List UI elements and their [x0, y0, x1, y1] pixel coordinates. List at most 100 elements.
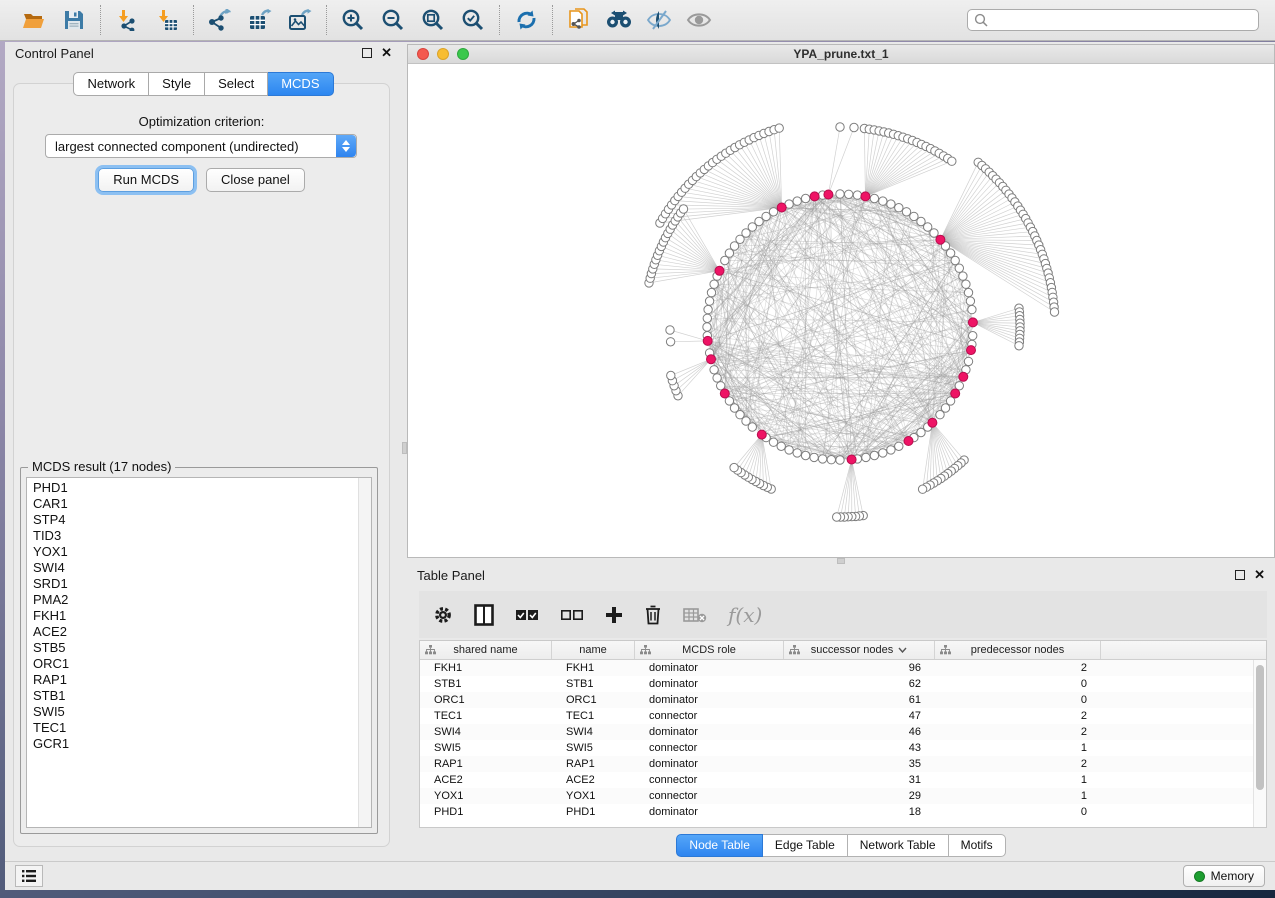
- tab-network-table[interactable]: Network Table: [848, 834, 949, 857]
- column-header-MCDS-role[interactable]: MCDS role: [635, 641, 784, 659]
- tab-style[interactable]: Style: [149, 72, 205, 96]
- memory-button[interactable]: Memory: [1183, 865, 1265, 887]
- close-panel-icon[interactable]: ✕: [381, 48, 392, 58]
- export-image-icon[interactable]: [287, 7, 313, 33]
- table-row[interactable]: SWI4SWI4dominator462: [420, 724, 1253, 740]
- mcds-result-list[interactable]: PHD1CAR1STP4TID3YOX1SWI4SRD1PMA2FKH1ACE2…: [26, 477, 372, 828]
- cell-successor-nodes: 29: [784, 790, 935, 802]
- tab-motifs[interactable]: Motifs: [949, 834, 1006, 857]
- optimization-criterion-select[interactable]: largest connected component (undirected): [45, 134, 357, 158]
- mcds-result-item[interactable]: STP4: [27, 512, 358, 528]
- table-vertical-scrollbar[interactable]: [1253, 660, 1266, 827]
- mcds-result-item[interactable]: SWI5: [27, 704, 358, 720]
- float-panel-icon[interactable]: [362, 48, 372, 58]
- table-body: FKH1FKH1dominator962STB1STB1dominator620…: [420, 660, 1253, 827]
- mcds-result-item[interactable]: ACE2: [27, 624, 358, 640]
- mcds-list-scrollbar[interactable]: [358, 478, 371, 827]
- tab-edge-table[interactable]: Edge Table: [763, 834, 848, 857]
- cell-shared-name: PHD1: [420, 806, 552, 818]
- node-table: shared namenameMCDS rolesuccessor nodesp…: [419, 640, 1267, 828]
- task-history-button[interactable]: [15, 865, 43, 887]
- mcds-result-item[interactable]: SWI4: [27, 560, 358, 576]
- tab-select[interactable]: Select: [205, 72, 268, 96]
- clone-network-icon[interactable]: [566, 7, 592, 33]
- search-input[interactable]: [993, 13, 1252, 27]
- mcds-result-item[interactable]: STB5: [27, 640, 358, 656]
- delete-table-icon[interactable]: [683, 607, 707, 623]
- table-row[interactable]: ORC1ORC1dominator610: [420, 692, 1253, 708]
- cell-shared-name: YOX1: [420, 790, 552, 802]
- close-panel-button[interactable]: Close panel: [206, 168, 305, 192]
- mcds-result-item[interactable]: RAP1: [27, 672, 358, 688]
- cell-MCDS-role: connector: [635, 790, 784, 802]
- mcds-result-item[interactable]: STB1: [27, 688, 358, 704]
- table-row[interactable]: FKH1FKH1dominator962: [420, 660, 1253, 676]
- search-box[interactable]: [967, 9, 1259, 31]
- create-column-icon[interactable]: [605, 606, 623, 624]
- cell-MCDS-role: connector: [635, 774, 784, 786]
- tab-mcds[interactable]: MCDS: [268, 72, 333, 96]
- table-row[interactable]: TEC1TEC1connector472: [420, 708, 1253, 724]
- column-header-name[interactable]: name: [552, 641, 635, 659]
- cell-predecessor-nodes: 1: [935, 790, 1101, 802]
- mcds-result-item[interactable]: FKH1: [27, 608, 358, 624]
- column-header-shared-name[interactable]: shared name: [420, 641, 552, 659]
- cell-predecessor-nodes: 0: [935, 678, 1101, 690]
- table-row[interactable]: SWI5SWI5connector431: [420, 740, 1253, 756]
- network-canvas[interactable]: [408, 65, 1274, 557]
- zoom-fit-icon[interactable]: [420, 7, 446, 33]
- cell-shared-name: SWI5: [420, 742, 552, 754]
- mcds-result-item[interactable]: GCR1: [27, 736, 358, 752]
- open-session-icon[interactable]: [21, 7, 47, 33]
- column-header-successor-nodes[interactable]: successor nodes: [784, 641, 935, 659]
- mcds-result-item[interactable]: CAR1: [27, 496, 358, 512]
- mcds-result-item[interactable]: PHD1: [27, 480, 358, 496]
- zoom-out-icon[interactable]: [380, 7, 406, 33]
- import-table-icon[interactable]: [154, 7, 180, 33]
- tab-network[interactable]: Network: [73, 72, 149, 96]
- table-row[interactable]: PHD1PHD1dominator180: [420, 804, 1253, 820]
- cell-successor-nodes: 18: [784, 806, 935, 818]
- tab-node-table[interactable]: Node Table: [676, 834, 763, 857]
- mcds-result-item[interactable]: TID3: [27, 528, 358, 544]
- function-builder-icon[interactable]: f(x): [728, 603, 762, 627]
- zoom-selected-icon[interactable]: [460, 7, 486, 33]
- find-icon[interactable]: [606, 7, 632, 33]
- cell-predecessor-nodes: 1: [935, 742, 1101, 754]
- close-table-panel-icon[interactable]: ✕: [1254, 570, 1265, 580]
- table-row[interactable]: STB1STB1dominator620: [420, 676, 1253, 692]
- mcds-result-item[interactable]: YOX1: [27, 544, 358, 560]
- network-window-titlebar[interactable]: YPA_prune.txt_1: [408, 45, 1274, 64]
- cell-shared-name: FKH1: [420, 662, 552, 674]
- network-graph[interactable]: [408, 65, 1274, 557]
- export-network-icon[interactable]: [207, 7, 233, 33]
- mcds-result-item[interactable]: ORC1: [27, 656, 358, 672]
- mcds-result-item[interactable]: TEC1: [27, 720, 358, 736]
- run-mcds-button[interactable]: Run MCDS: [98, 168, 194, 192]
- hide-detail-icon[interactable]: [646, 7, 672, 33]
- select-all-icon[interactable]: [515, 608, 539, 622]
- table-row[interactable]: RAP1RAP1dominator352: [420, 756, 1253, 772]
- deselect-all-icon[interactable]: [560, 608, 584, 622]
- table-row[interactable]: YOX1YOX1connector291: [420, 788, 1253, 804]
- show-column-icon[interactable]: [474, 604, 494, 626]
- table-settings-gear-icon[interactable]: [433, 605, 453, 625]
- mcds-result-item[interactable]: PMA2: [27, 592, 358, 608]
- column-header-predecessor-nodes[interactable]: predecessor nodes: [935, 641, 1101, 659]
- delete-column-icon[interactable]: [644, 605, 662, 625]
- cell-name: RAP1: [552, 758, 635, 770]
- export-table-icon[interactable]: [247, 7, 273, 33]
- scrollbar-thumb[interactable]: [1256, 665, 1264, 790]
- float-table-panel-icon[interactable]: [1235, 570, 1245, 580]
- table-row[interactable]: ACE2ACE2connector311: [420, 772, 1253, 788]
- cell-successor-nodes: 47: [784, 710, 935, 722]
- cell-predecessor-nodes: 0: [935, 694, 1101, 706]
- show-graphics-icon[interactable]: [686, 7, 712, 33]
- mcds-result-item[interactable]: SRD1: [27, 576, 358, 592]
- save-session-icon[interactable]: [61, 7, 87, 33]
- zoom-in-icon[interactable]: [340, 7, 366, 33]
- import-network-icon[interactable]: [114, 7, 140, 33]
- refresh-view-icon[interactable]: [513, 7, 539, 33]
- table-panel-tabs: Node TableEdge TableNetwork TableMotifs: [407, 834, 1275, 857]
- control-panel-title: Control Panel: [15, 46, 94, 61]
